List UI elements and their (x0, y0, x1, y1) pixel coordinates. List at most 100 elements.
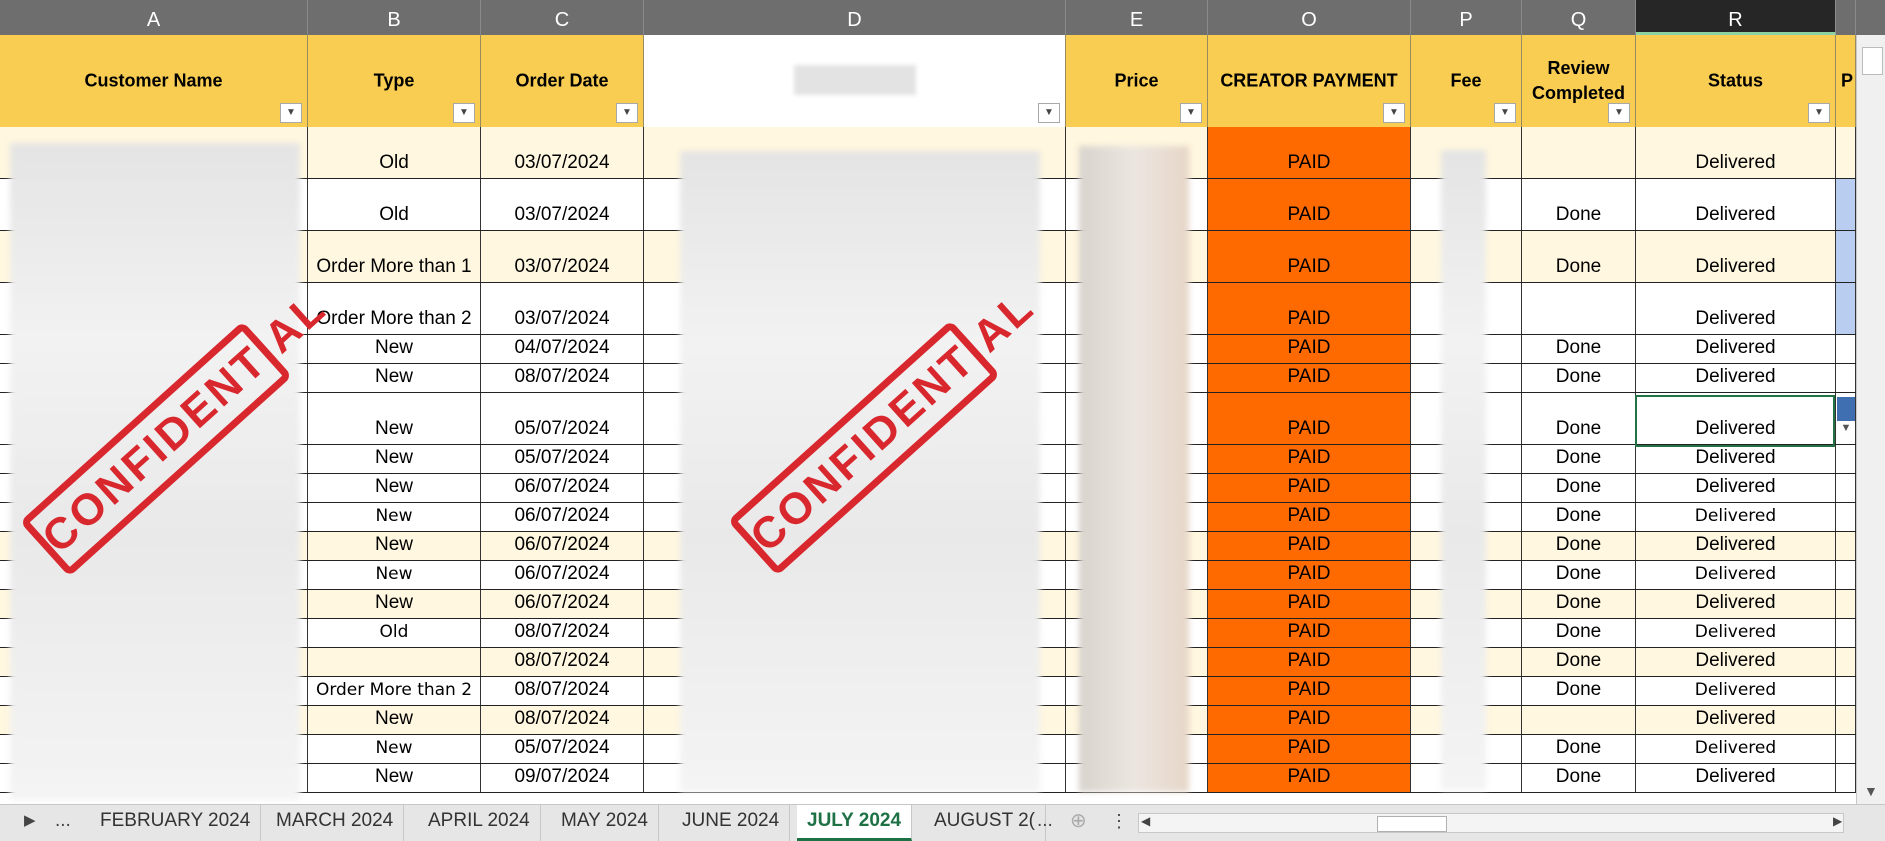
cell-order-date[interactable]: 09/07/2024 (481, 764, 644, 792)
cell-review-completed[interactable]: Done (1522, 590, 1636, 618)
cell-type[interactable]: Old (308, 179, 481, 230)
cell-status[interactable]: Delivered (1636, 445, 1836, 473)
cell-order-date[interactable]: 06/07/2024 (481, 474, 644, 502)
options-icon[interactable]: ⋮ (1110, 805, 1128, 841)
cell-creator-payment[interactable]: PAID (1208, 764, 1411, 792)
cell-creator-payment[interactable]: PAID (1208, 561, 1411, 589)
cell-review-completed[interactable]: Done (1522, 231, 1636, 282)
cell-order-date[interactable]: 06/07/2024 (481, 503, 644, 531)
cell-status[interactable]: Delivered (1636, 364, 1836, 392)
cell-order-date[interactable]: 08/07/2024 (481, 648, 644, 676)
horizontal-scrollbar[interactable] (1138, 813, 1844, 833)
cell-status[interactable]: Delivered (1636, 127, 1836, 178)
filter-dropdown-icon[interactable]: ▼ (1180, 103, 1202, 123)
cell-type[interactable]: New (308, 503, 481, 531)
cell-next[interactable] (1836, 561, 1856, 589)
tab-more-right[interactable]: ... (1037, 805, 1053, 841)
cell-review-completed[interactable]: Done (1522, 735, 1636, 763)
cell-creator-payment[interactable]: PAID (1208, 335, 1411, 363)
tab-february-2024[interactable]: FEBRUARY 2024 (90, 805, 262, 841)
cell-type[interactable]: Old (308, 127, 481, 178)
cell-type[interactable]: New (308, 561, 481, 589)
cell-creator-payment[interactable]: PAID (1208, 648, 1411, 676)
tab-july-2024[interactable]: JULY 2024 (797, 805, 913, 841)
cell-creator-payment[interactable]: PAID (1208, 179, 1411, 230)
column-letter-d[interactable]: D (644, 0, 1066, 35)
cell-review-completed[interactable]: Done (1522, 445, 1636, 473)
cell-review-completed[interactable] (1522, 706, 1636, 734)
cell-type[interactable]: New (308, 364, 481, 392)
scroll-left-icon[interactable]: ◀ (1141, 805, 1150, 841)
filter-dropdown-icon[interactable]: ▼ (453, 103, 475, 123)
column-letter-next[interactable] (1836, 0, 1856, 35)
cell-status[interactable]: Delivered (1636, 619, 1836, 647)
filter-dropdown-icon[interactable]: ▼ (280, 103, 302, 123)
vertical-scrollbar[interactable]: ▼ (1856, 35, 1885, 805)
cell-type[interactable]: New (308, 764, 481, 792)
scroll-down-icon[interactable]: ▼ (1864, 783, 1878, 799)
cell-order-date[interactable]: 05/07/2024 (481, 445, 644, 473)
cell-creator-payment[interactable]: PAID (1208, 619, 1411, 647)
cell-next[interactable] (1836, 364, 1856, 392)
cell-review-completed[interactable]: Done (1522, 619, 1636, 647)
cell-next[interactable] (1836, 127, 1856, 178)
cell-status[interactable]: Delivered (1636, 335, 1836, 363)
cell-creator-payment[interactable]: PAID (1208, 677, 1411, 705)
cell-type[interactable]: New (308, 335, 481, 363)
cell-order-date[interactable]: 05/07/2024 (481, 393, 644, 444)
cell-status[interactable]: Delivered (1636, 474, 1836, 502)
cell-order-date[interactable]: 08/07/2024 (481, 706, 644, 734)
column-letter-o[interactable]: O (1208, 0, 1411, 35)
column-letter-e[interactable]: E (1066, 0, 1208, 35)
cell-review-completed[interactable]: Done (1522, 532, 1636, 560)
column-letter-q[interactable]: Q (1522, 0, 1636, 35)
cell-next[interactable] (1836, 179, 1856, 230)
column-letter-c[interactable]: C (481, 0, 644, 35)
cell-review-completed[interactable]: Done (1522, 677, 1636, 705)
scroll-right-icon[interactable]: ▶ (1833, 805, 1842, 841)
cell-type[interactable]: Order More than 2 (308, 677, 481, 705)
cell-order-date[interactable]: 03/07/2024 (481, 127, 644, 178)
cell-type[interactable]: Old (308, 619, 481, 647)
cell-next[interactable] (1836, 619, 1856, 647)
cell-review-completed[interactable]: Done (1522, 364, 1636, 392)
cell-review-completed[interactable] (1522, 127, 1636, 178)
cell-review-completed[interactable]: Done (1522, 561, 1636, 589)
column-letter-b[interactable]: B (308, 0, 481, 35)
cell-status[interactable]: Delivered (1636, 590, 1836, 618)
filter-dropdown-icon[interactable]: ▼ (1038, 103, 1060, 123)
cell-status[interactable]: Delivered (1636, 677, 1836, 705)
cell-type[interactable]: New (308, 474, 481, 502)
column-letter-a[interactable]: A (0, 0, 308, 35)
cell-status[interactable]: Delivered (1636, 503, 1836, 531)
cell-order-date[interactable]: 05/07/2024 (481, 735, 644, 763)
cell-creator-payment[interactable]: PAID (1208, 231, 1411, 282)
cell-dropdown-icon[interactable]: ▼ (1837, 422, 1855, 444)
cell-order-date[interactable]: 08/07/2024 (481, 619, 644, 647)
cell-review-completed[interactable]: Done (1522, 503, 1636, 531)
cell-order-date[interactable]: 06/07/2024 (481, 561, 644, 589)
cell-type[interactable]: New (308, 532, 481, 560)
tab-march-2024[interactable]: MARCH 2024 (266, 805, 405, 841)
cell-creator-payment[interactable]: PAID (1208, 393, 1411, 444)
cell-order-date[interactable]: 04/07/2024 (481, 335, 644, 363)
filter-dropdown-icon[interactable]: ▼ (1494, 103, 1516, 123)
filter-dropdown-icon[interactable]: ▼ (616, 103, 638, 123)
cell-creator-payment[interactable]: PAID (1208, 503, 1411, 531)
cell-review-completed[interactable] (1522, 283, 1636, 334)
tab-august-2024[interactable]: AUGUST 2( (924, 805, 1047, 841)
cell-type[interactable]: New (308, 590, 481, 618)
cell-status[interactable]: Delivered (1636, 179, 1836, 230)
cell-next[interactable] (1836, 648, 1856, 676)
cell-type[interactable]: New (308, 706, 481, 734)
cell-review-completed[interactable]: Done (1522, 179, 1636, 230)
selected-cell[interactable] (1635, 395, 1835, 447)
cell-order-date[interactable]: 08/07/2024 (481, 364, 644, 392)
cell-order-date[interactable]: 03/07/2024 (481, 179, 644, 230)
cell-creator-payment[interactable]: PAID (1208, 283, 1411, 334)
tab-april-2024[interactable]: APRIL 2024 (418, 805, 541, 841)
horizontal-scroll-thumb[interactable] (1377, 816, 1447, 832)
cell-creator-payment[interactable]: PAID (1208, 445, 1411, 473)
column-letter-p[interactable]: P (1411, 0, 1522, 35)
cell-next[interactable] (1836, 735, 1856, 763)
